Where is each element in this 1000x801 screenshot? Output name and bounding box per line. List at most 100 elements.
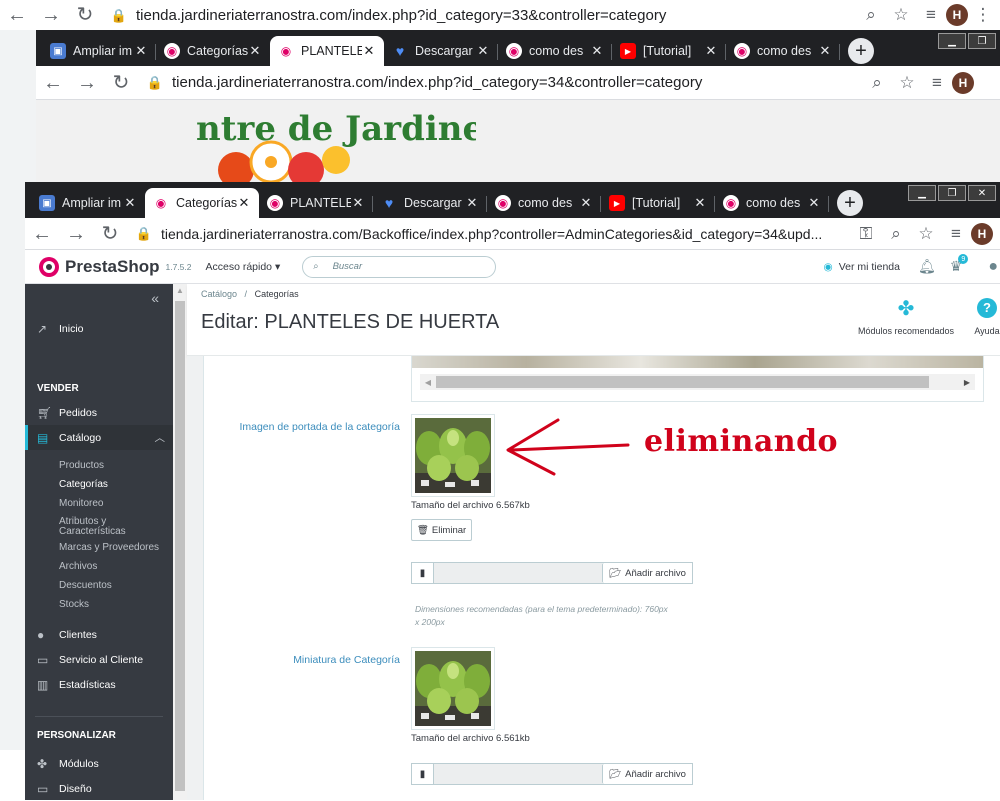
minimize-icon[interactable]: ▁: [908, 185, 936, 201]
browser-tab[interactable]: ▶ [Tutorial] ✕: [612, 36, 726, 66]
browser-tab[interactable]: ◉ como des ✕: [487, 188, 601, 218]
sidebar-item-design[interactable]: ▭ Diseño: [25, 776, 173, 801]
close-tab-icon[interactable]: ✕: [704, 43, 718, 59]
delete-image-button[interactable]: 🗑︎ Eliminar: [411, 519, 472, 541]
browser-tab[interactable]: ◉ Categorías ✕: [156, 36, 270, 66]
horizontal-scrollbar[interactable]: ◀ ▶: [420, 374, 975, 390]
browser-tab[interactable]: ◉ Categorías ✕: [145, 188, 259, 218]
close-tab-icon[interactable]: ✕: [807, 195, 821, 211]
close-tab-icon[interactable]: ✕: [818, 43, 832, 59]
close-tab-icon[interactable]: ✕: [465, 195, 479, 211]
maximize-icon[interactable]: ❐: [938, 185, 966, 201]
sidebar-sub-products[interactable]: Productos: [25, 456, 173, 475]
brand-name[interactable]: PrestaShop: [65, 257, 159, 277]
user-icon[interactable]: ●: [988, 258, 998, 276]
sidebar-sub-categories[interactable]: Categorías: [25, 475, 173, 494]
scroll-left-icon[interactable]: ◀: [420, 378, 436, 387]
close-tab-icon[interactable]: ✕: [590, 43, 604, 59]
sidebar-item-modules[interactable]: ✤ Módulos: [25, 751, 173, 776]
menu-icon[interactable]: ⋮: [968, 5, 998, 25]
star-icon[interactable]: ☆: [911, 224, 941, 244]
close-tab-icon[interactable]: ✕: [134, 43, 148, 59]
zoom-icon[interactable]: ⌕: [856, 5, 886, 25]
add-file-button[interactable]: 📂︎ Añadir archivo: [602, 563, 692, 583]
trophy-icon[interactable]: ♛ 9: [950, 254, 969, 275]
close-icon[interactable]: ✕: [968, 185, 996, 201]
close-tab-icon[interactable]: ✕: [351, 195, 365, 211]
inner-url[interactable]: tienda.jardineriaterranostra.com/Backoff…: [161, 226, 851, 242]
browser-tab[interactable]: ◉ PLANTELES✕: [270, 36, 384, 66]
avatar[interactable]: H: [946, 4, 968, 26]
sidebar-sub-brands[interactable]: Marcas y Proveedores: [25, 538, 173, 557]
close-tab-icon[interactable]: ✕: [123, 195, 137, 211]
sidebar-item-orders[interactable]: 🛒︎ Pedidos: [25, 400, 173, 425]
close-tab-icon[interactable]: ✕: [579, 195, 593, 211]
reload-icon[interactable]: ↻: [93, 224, 127, 244]
minimize-icon[interactable]: ▁: [938, 33, 966, 49]
recommended-modules-button[interactable]: ✤ Módulos recomendados: [851, 298, 961, 336]
close-tab-icon[interactable]: ✕: [693, 195, 707, 211]
new-tab-icon[interactable]: +: [848, 38, 874, 64]
sidebar-item-clients[interactable]: ● Clientes: [25, 622, 173, 647]
reload-icon[interactable]: ↻: [68, 5, 102, 25]
browser-tab[interactable]: ◉ como des ✕: [715, 188, 829, 218]
avatar[interactable]: H: [971, 222, 993, 245]
view-store-link[interactable]: ◉ Ver mi tienda: [824, 261, 900, 273]
media-icon[interactable]: ≡: [922, 73, 952, 93]
browser-tab[interactable]: ▣ Ampliar im ✕: [31, 188, 145, 218]
scrollbar-thumb[interactable]: [175, 301, 185, 791]
sidebar-sub-discounts[interactable]: Descuentos: [25, 576, 173, 595]
media-icon[interactable]: ≡: [916, 5, 946, 25]
scroll-right-icon[interactable]: ▶: [959, 378, 975, 387]
collapse-sidebar-icon[interactable]: «: [25, 284, 173, 312]
bell-icon[interactable]: 🔔︎: [918, 258, 936, 275]
scroll-up-icon[interactable]: ▲: [173, 286, 187, 295]
browser-tab[interactable]: ▣ Ampliar im ✕: [42, 36, 156, 66]
add-file-button[interactable]: 📂︎ Añadir archivo: [602, 764, 692, 784]
sidebar-item-home[interactable]: ↗ Inicio: [25, 312, 173, 346]
close-tab-icon[interactable]: ✕: [237, 195, 251, 211]
browser-tab[interactable]: ◉ PLANTELES✕: [259, 188, 373, 218]
sidebar-sub-features[interactable]: Características: [25, 524, 173, 538]
browser-tab[interactable]: ◉ como des ✕: [498, 36, 612, 66]
cover-file-upload[interactable]: ▮ 📂︎ Añadir archivo: [411, 562, 693, 584]
breadcrumb-catalog[interactable]: Catálogo: [201, 289, 237, 299]
sidebar-item-customer-service[interactable]: ▭ Servicio al Cliente: [25, 647, 173, 672]
browser-tab[interactable]: ◉ como des ✕: [726, 36, 840, 66]
sidebar-sub-stocks[interactable]: Stocks: [25, 595, 173, 614]
sidebar-sub-files[interactable]: Archivos: [25, 557, 173, 576]
sidebar-sub-attributes[interactable]: Atributos y: [25, 513, 173, 527]
back-icon[interactable]: ←: [36, 73, 70, 93]
thumbnail-file-upload[interactable]: ▮ 📂︎ Añadir archivo: [411, 763, 693, 785]
close-tab-icon[interactable]: ✕: [248, 43, 262, 59]
media-icon[interactable]: ≡: [941, 224, 971, 244]
maximize-icon[interactable]: ❐: [968, 33, 996, 49]
outer-url[interactable]: tienda.jardineriaterranostra.com/index.p…: [136, 7, 856, 24]
zoom-icon[interactable]: ⌕: [862, 73, 892, 93]
file-name-field[interactable]: [434, 563, 602, 583]
browser-tab[interactable]: ♥ Descargar ✕: [384, 36, 498, 66]
reload-icon[interactable]: ↻: [104, 73, 138, 93]
forward-icon[interactable]: →: [34, 5, 68, 25]
close-tab-icon[interactable]: ✕: [476, 43, 490, 59]
browser-tab[interactable]: ♥ Descargar ✕: [373, 188, 487, 218]
browser-tab[interactable]: ▶ [Tutorial] ✕: [601, 188, 715, 218]
sidebar-scrollbar[interactable]: ▲: [173, 284, 187, 800]
file-name-field[interactable]: [434, 764, 602, 784]
star-icon[interactable]: ☆: [886, 5, 916, 25]
quick-access-menu[interactable]: Acceso rápido ▾: [205, 261, 280, 273]
help-button[interactable]: ? Ayuda: [967, 298, 1000, 336]
breadcrumb-categories[interactable]: Categorías: [255, 289, 299, 299]
new-tab-icon[interactable]: +: [837, 190, 863, 216]
mid-url[interactable]: tienda.jardineriaterranostra.com/index.p…: [172, 74, 862, 91]
forward-icon[interactable]: →: [70, 73, 104, 93]
scrollbar-thumb[interactable]: [436, 376, 929, 388]
forward-icon[interactable]: →: [59, 224, 93, 244]
prestashop-logo-icon[interactable]: [39, 256, 59, 277]
key-icon[interactable]: ⚿: [851, 224, 881, 244]
avatar[interactable]: H: [952, 71, 974, 94]
back-icon[interactable]: ←: [25, 224, 59, 244]
back-icon[interactable]: ←: [0, 5, 34, 25]
star-icon[interactable]: ☆: [892, 73, 922, 93]
close-tab-icon[interactable]: ✕: [362, 43, 376, 59]
